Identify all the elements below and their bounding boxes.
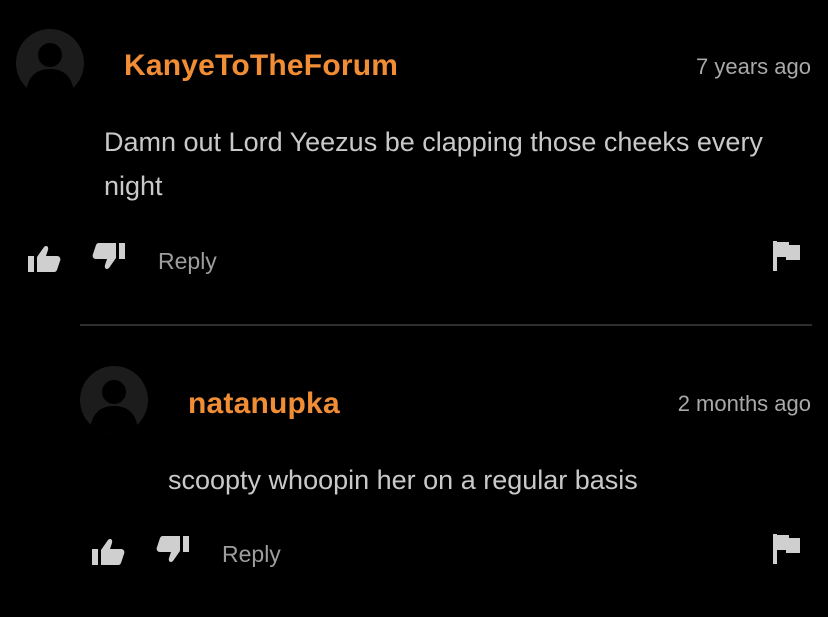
avatar[interactable]: [80, 366, 148, 434]
thumbs-up-icon[interactable]: [91, 538, 125, 566]
thumbs-down-icon[interactable]: [156, 535, 190, 563]
username[interactable]: KanyeToTheForum: [124, 49, 398, 83]
flag-icon[interactable]: [773, 241, 801, 271]
timestamp: 7 years ago: [696, 54, 811, 79]
comment-text: scoopty whoopin her on a regular basis: [168, 465, 638, 495]
avatar-placeholder-icon: [90, 380, 138, 434]
avatar[interactable]: [16, 29, 84, 97]
reply-button[interactable]: Reply: [222, 541, 281, 568]
timestamp: 2 months ago: [677, 391, 811, 416]
avatar-placeholder-icon: [26, 43, 74, 97]
comment-divider: [80, 324, 812, 326]
reply-button[interactable]: Reply: [158, 248, 217, 275]
thumbs-up-icon[interactable]: [27, 245, 61, 273]
thumbs-down-icon[interactable]: [92, 242, 126, 270]
username[interactable]: natanupka: [188, 387, 340, 421]
comment-text: Damn out Lord Yeezus be clapping those c…: [104, 127, 763, 201]
flag-icon[interactable]: [773, 534, 801, 564]
